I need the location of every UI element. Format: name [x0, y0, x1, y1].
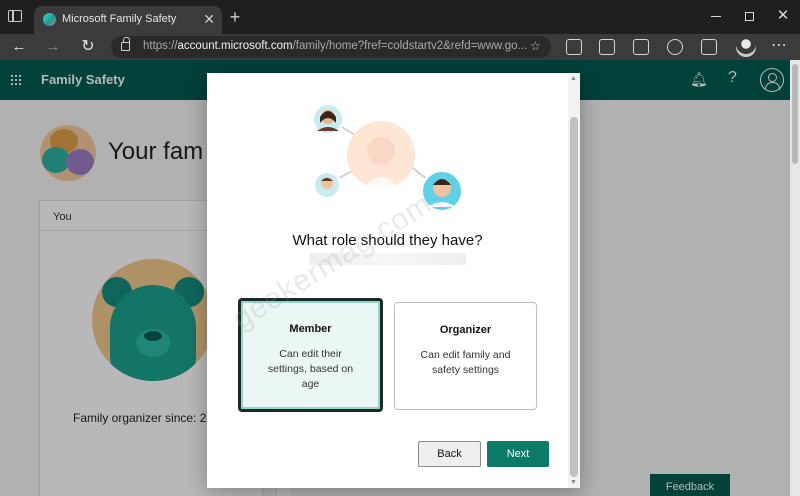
new-tab-icon[interactable]: + [226, 6, 244, 28]
tab-title: Microsoft Family Safety [62, 13, 177, 25]
lock-icon[interactable] [121, 37, 130, 51]
favorites-icon[interactable] [599, 39, 615, 55]
organizer-role-name: Organizer [439, 324, 492, 336]
scroll-up-arrow-icon[interactable]: ▲ [570, 75, 577, 82]
split-screen-icon[interactable] [566, 39, 582, 55]
maximize-icon[interactable] [739, 7, 759, 25]
collections-icon[interactable] [633, 39, 649, 55]
next-button[interactable]: Next [487, 441, 549, 467]
role-dialog: What role should they have? Member Can e… [207, 73, 580, 488]
back-button[interactable]: Back [418, 441, 481, 467]
back-arrow-icon[interactable]: ← [9, 37, 29, 57]
browser-tab[interactable]: Microsoft Family Safety ✕ [34, 6, 222, 34]
member-role-description: Can edit their settings, based on age [267, 348, 354, 390]
url-text: https://account.microsoft.com/family/hom… [143, 40, 528, 52]
dialog-scrollbar[interactable]: ▲ ▼ [568, 73, 580, 488]
scroll-down-arrow-icon[interactable]: ▼ [570, 479, 577, 486]
extensions-icon[interactable] [701, 39, 717, 55]
organizer-role-option[interactable]: Organizer Can edit family and safety set… [394, 302, 537, 410]
family-safety-favicon-icon [43, 13, 56, 26]
address-bar[interactable]: https://account.microsoft.com/family/hom… [111, 36, 551, 58]
close-tab-icon[interactable]: ✕ [203, 10, 215, 28]
tab-bar: Microsoft Family Safety ✕ + ✕ [0, 0, 800, 34]
organizer-role-description: Can edit family and safety settings [420, 349, 511, 376]
family-illustration [297, 93, 467, 215]
minimize-icon[interactable] [706, 7, 726, 25]
more-options-icon[interactable]: ⋯ [771, 37, 787, 55]
add-favorite-icon[interactable]: ☆ [530, 39, 541, 53]
close-window-icon[interactable]: ✕ [773, 7, 793, 25]
page-scrollbar[interactable] [790, 60, 800, 496]
share-icon[interactable] [667, 39, 683, 55]
profile-avatar[interactable] [736, 37, 756, 57]
dialog-scroll-thumb[interactable] [570, 117, 578, 477]
forward-arrow-icon[interactable]: → [43, 37, 63, 57]
tab-actions-icon[interactable] [8, 10, 22, 22]
reload-icon[interactable]: ↻ [78, 37, 98, 57]
browser-toolbar: ← → ↻ https://account.microsoft.com/fami… [0, 34, 800, 60]
